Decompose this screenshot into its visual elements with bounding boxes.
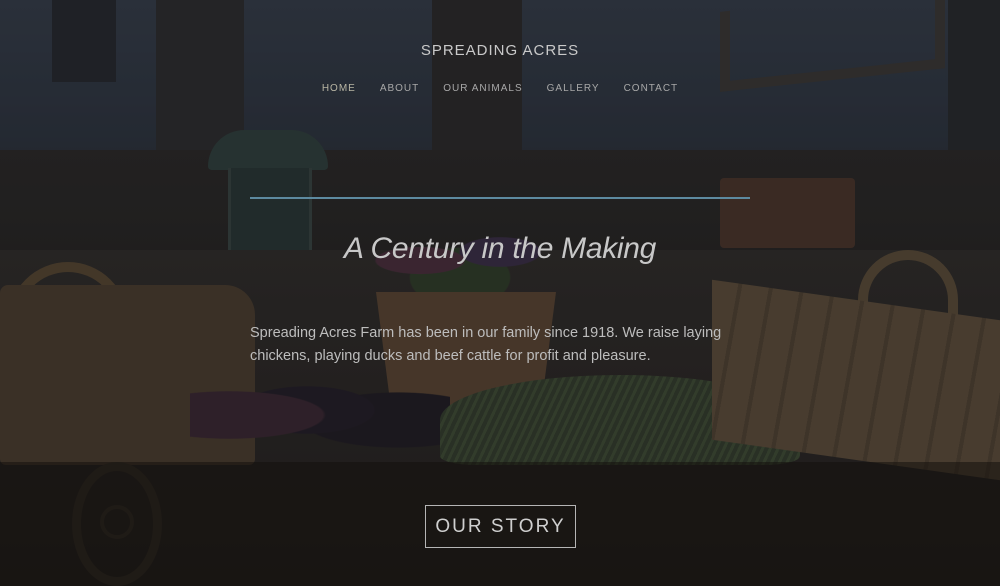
hero-intro-text: Spreading Acres Farm has been in our fam… [250, 325, 722, 364]
nav-item-gallery[interactable]: GALLERY [535, 83, 612, 94]
nav-item-our-animals[interactable]: OUR ANIMALS [431, 83, 534, 94]
accent-divider [250, 197, 750, 199]
hero-section: SPREADING ACRES HOME ABOUT OUR ANIMALS G… [0, 0, 1000, 586]
hero-headline: A Century in the Making [343, 232, 657, 265]
our-story-button[interactable]: OUR STORY [425, 505, 576, 548]
nav-item-home[interactable]: HOME [310, 83, 368, 94]
nav-item-contact[interactable]: CONTACT [612, 83, 691, 94]
nav-item-about[interactable]: ABOUT [368, 83, 431, 94]
main-nav: HOME ABOUT OUR ANIMALS GALLERY CONTACT [0, 83, 1000, 94]
site-title[interactable]: SPREADING ACRES [0, 42, 1000, 59]
